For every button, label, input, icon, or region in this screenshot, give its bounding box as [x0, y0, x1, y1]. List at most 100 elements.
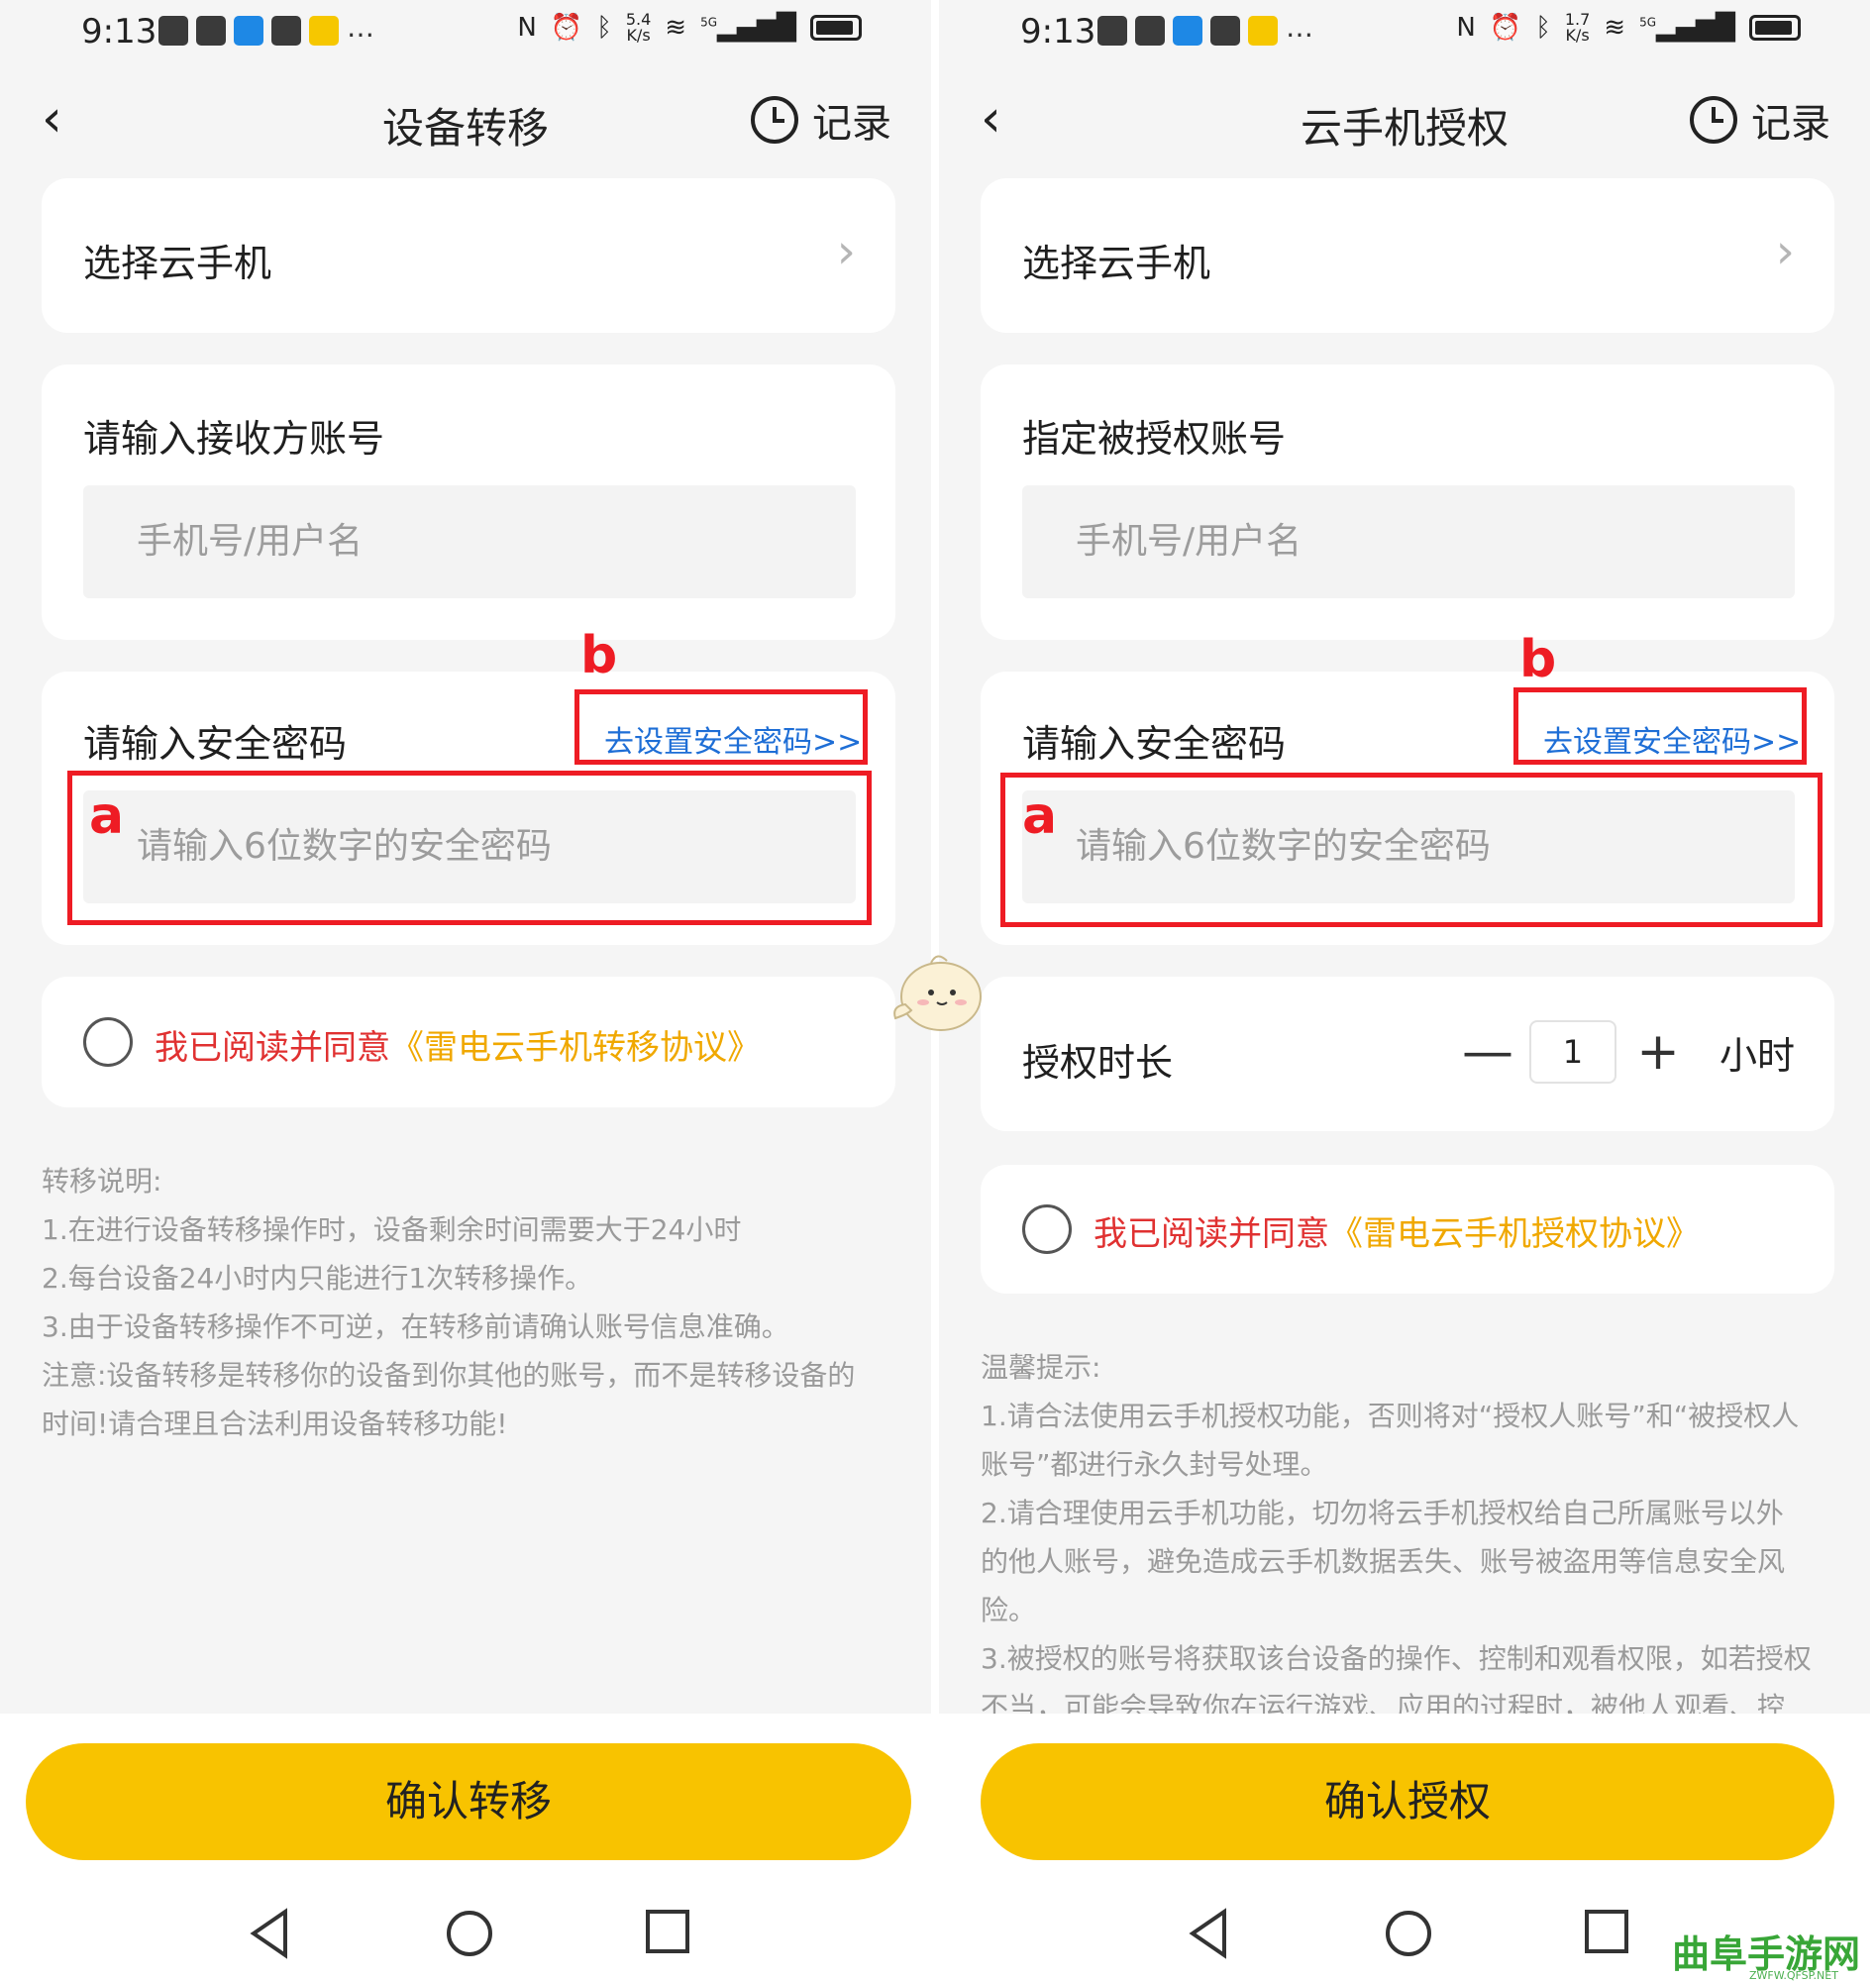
note-line: 2.每台设备24小时内只能进行1次转移操作。	[42, 1262, 593, 1295]
authorized-account-card: 指定被授权账号 手机号/用户名	[981, 365, 1834, 640]
more-notifications-icon: …	[1286, 11, 1313, 44]
note-line: 转移说明:	[42, 1165, 162, 1198]
nav-home-icon[interactable]	[1383, 1908, 1434, 1959]
bluetooth-icon: ᛒ	[1535, 13, 1551, 43]
chevron-right-icon: ›	[1775, 224, 1795, 279]
plus-button[interactable]: +	[1630, 1022, 1686, 1082]
record-label: 记录	[812, 101, 891, 147]
agreement-row: 我已阅读并同意《雷电云手机授权协议》	[981, 1165, 1834, 1294]
annotation-label-a: a	[89, 786, 125, 846]
nav-recents-icon[interactable]	[644, 1908, 691, 1955]
alarm-icon: ⏰	[550, 13, 583, 43]
notification-icons: …	[158, 11, 374, 46]
nav-home-icon[interactable]	[444, 1908, 495, 1959]
note-line: 3.由于设备转移操作不可逆，在转移前请确认账号信息准确。	[42, 1310, 789, 1343]
bluetooth-icon: ᛒ	[596, 13, 612, 43]
select-cloud-phone-label: 选择云手机	[1022, 242, 1211, 285]
annotation-label-b: b	[580, 626, 618, 685]
signal-icon: 5G▂▄▆█	[1639, 13, 1735, 43]
authorization-protocol-link[interactable]: 《雷电云手机授权协议》	[1329, 1214, 1700, 1254]
status-bar: 9:13 … N ⏰ ᛒ 5.4 K/s ≋ 5G▂▄▆█	[0, 0, 931, 63]
duration-unit: 小时	[1719, 1033, 1795, 1078]
app-notification-icon	[1135, 16, 1165, 46]
top-bar: ‹ 设备转移 记录	[0, 79, 931, 158]
app-notification-icon	[1173, 16, 1202, 46]
receiver-account-card: 请输入接收方账号 手机号/用户名	[42, 365, 895, 640]
agree-radio-icon[interactable]	[83, 1017, 133, 1067]
note-line: 温馨提示:	[981, 1351, 1101, 1384]
select-cloud-phone-row[interactable]: 选择云手机 ›	[42, 178, 895, 333]
status-time: 9:13	[1020, 12, 1096, 52]
note-line: 注意:设备转移是转移你的设备到你其他的账号，而不是转移设备的	[42, 1359, 856, 1392]
authorization-duration-row: 授权时长 — 1 + 小时	[981, 977, 1834, 1131]
duration-input[interactable]: 1	[1528, 1020, 1616, 1084]
clock-icon	[1690, 96, 1737, 144]
authorization-duration-label: 授权时长	[1022, 1041, 1174, 1085]
record-button[interactable]: 记录	[749, 91, 891, 149]
note-line: 的他人账号，避免造成云手机数据丢失、账号被盗用等信息安全风	[981, 1545, 1786, 1578]
system-nav-bar	[0, 1902, 931, 1971]
security-password-label: 请输入安全密码	[83, 722, 348, 766]
status-indicators: N ⏰ ᛒ 5.4 K/s ≋ 5G▂▄▆█	[517, 12, 862, 44]
authorization-tips: 温馨提示: 1.请合法使用云手机授权功能，否则将对“授权人账号”和“被授权人 账…	[981, 1343, 1832, 1731]
note-line: 时间!请合理且合法利用设备转移功能!	[42, 1408, 508, 1440]
authorized-account-input[interactable]: 手机号/用户名	[1022, 485, 1795, 598]
receiver-account-input[interactable]: 手机号/用户名	[83, 485, 856, 598]
record-button[interactable]: 记录	[1688, 91, 1830, 149]
status-indicators: N ⏰ ᛒ 1.7 K/s ≋ 5G▂▄▆█	[1456, 12, 1801, 44]
agreement-row: 我已阅读并同意《雷电云手机转移协议》	[42, 977, 895, 1107]
record-label: 记录	[1751, 101, 1830, 147]
status-time: 9:13	[81, 12, 157, 52]
app-notification-icon	[1210, 16, 1240, 46]
site-watermark: 曲阜手游网 ZWFW.QFSP.NET	[1672, 1924, 1870, 1982]
nav-back-icon[interactable]	[1187, 1908, 1230, 1959]
nfc-icon: N	[517, 13, 537, 43]
select-cloud-phone-row[interactable]: 选择云手机 ›	[981, 178, 1834, 333]
battery-icon	[1749, 15, 1801, 41]
annotation-box-a	[67, 771, 872, 925]
annotation-box-a	[1000, 773, 1823, 927]
battery-icon	[810, 15, 862, 41]
nav-back-icon[interactable]	[248, 1908, 291, 1959]
wifi-icon: ≋	[1604, 13, 1626, 43]
agreement-text: 我已阅读并同意《雷电云手机授权协议》	[1094, 1214, 1700, 1254]
chevron-right-icon: ›	[836, 224, 856, 279]
nav-recents-icon[interactable]	[1583, 1908, 1630, 1955]
clock-icon	[751, 96, 798, 144]
confirm-transfer-button[interactable]: 确认转移	[26, 1743, 911, 1860]
mascot-icon	[893, 955, 982, 1031]
app-notification-icon	[196, 16, 226, 46]
confirm-authorization-button[interactable]: 确认授权	[981, 1743, 1834, 1860]
transfer-protocol-link[interactable]: 《雷电云手机转移协议》	[390, 1028, 761, 1068]
minus-button[interactable]: —	[1460, 1022, 1515, 1082]
agree-radio-icon[interactable]	[1022, 1204, 1072, 1254]
app-notification-icon	[1248, 16, 1278, 46]
app-notification-icon	[309, 16, 339, 46]
note-line: 险。	[981, 1594, 1037, 1626]
wifi-icon: ≋	[665, 13, 687, 43]
network-speed: 1.7 K/s	[1564, 10, 1591, 45]
alarm-icon: ⏰	[1489, 13, 1522, 43]
nfc-icon: N	[1456, 13, 1476, 43]
note-line: 1.请合法使用云手机授权功能，否则将对“授权人账号”和“被授权人	[981, 1400, 1800, 1432]
notification-icons: …	[1097, 11, 1313, 46]
app-notification-icon	[234, 16, 263, 46]
annotation-box-b	[574, 689, 868, 765]
app-notification-icon	[158, 16, 188, 46]
status-bar: 9:13 … N ⏰ ᛒ 1.7 K/s ≋ 5G▂▄▆█	[939, 0, 1870, 63]
app-notification-icon	[271, 16, 301, 46]
transfer-notes: 转移说明: 1.在进行设备转移操作时，设备剩余时间需要大于24小时 2.每台设备…	[42, 1157, 893, 1448]
device-transfer-screen: 9:13 … N ⏰ ᛒ 5.4 K/s ≋ 5G▂▄▆█ ‹ 设备转移 记录 选…	[0, 0, 931, 1981]
select-cloud-phone-label: 选择云手机	[83, 242, 272, 285]
note-line: 3.被授权的账号将获取该台设备的操作、控制和观看权限，如若授权	[981, 1642, 1812, 1675]
app-notification-icon	[1097, 16, 1127, 46]
duration-stepper: — 1 + 小时	[1460, 1020, 1795, 1084]
receiver-account-label: 请输入接收方账号	[83, 417, 385, 461]
authorized-account-label: 指定被授权账号	[1022, 417, 1287, 461]
top-bar: ‹ 云手机授权 记录	[939, 79, 1870, 158]
signal-icon: 5G▂▄▆█	[700, 13, 796, 43]
more-notifications-icon: …	[347, 11, 374, 44]
cloud-phone-authorization-screen: 9:13 … N ⏰ ᛒ 1.7 K/s ≋ 5G▂▄▆█ ‹ 云手机授权 记录 …	[939, 0, 1870, 1981]
agreement-text: 我已阅读并同意《雷电云手机转移协议》	[155, 1028, 761, 1068]
note-line: 账号”都进行永久封号处理。	[981, 1448, 1328, 1481]
